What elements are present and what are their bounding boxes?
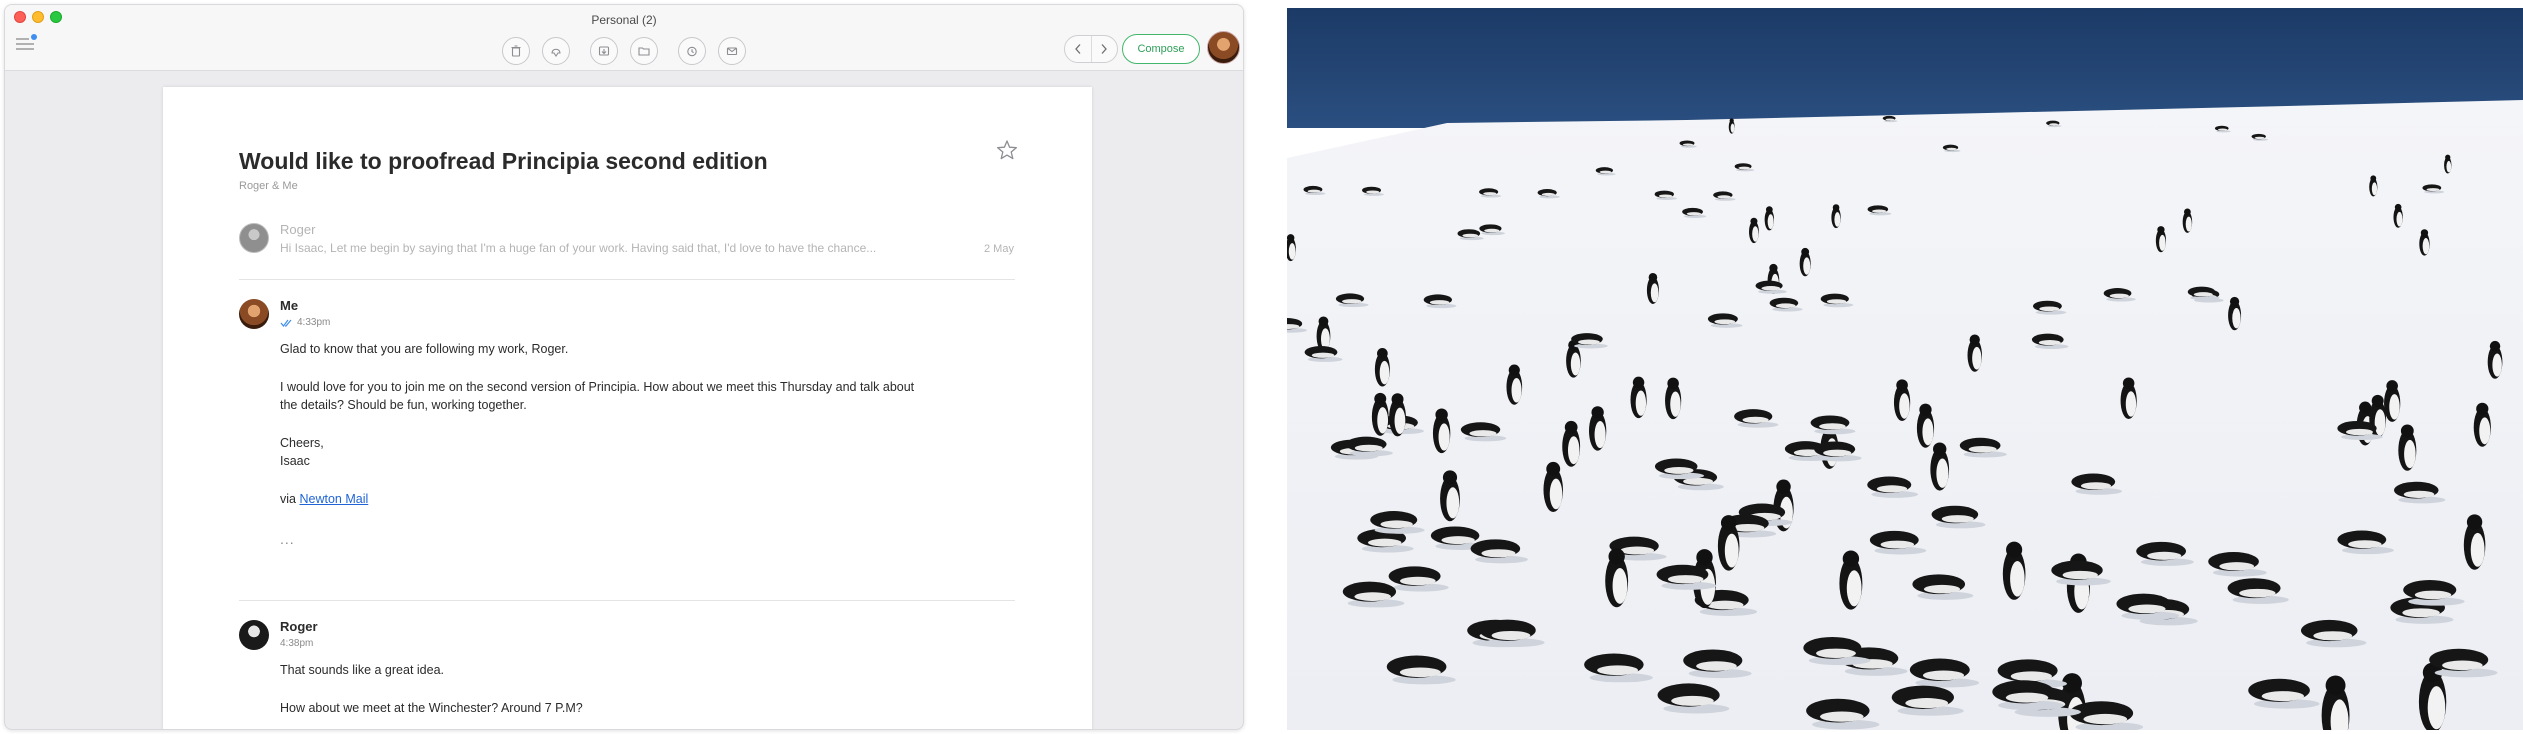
penguin [1506,364,1523,405]
message-line: Cheers, [280,436,324,450]
message-sender: Me [280,298,299,313]
star-icon[interactable] [996,139,1018,161]
penguin [2419,229,2430,256]
penguin [1799,247,1811,277]
message-line: That sounds like a great idea. [280,663,444,677]
show-quoted-text-button[interactable]: ... [280,531,295,547]
snooze-button[interactable] [678,37,706,65]
penguin [1728,118,1735,134]
thread-participants: Roger & Me [239,180,298,192]
divider [239,600,1015,601]
divider [239,279,1015,280]
message-line: I would love for you to join me on the s… [280,380,915,394]
penguin [1374,348,1390,387]
mail-app-window: Personal (2) Compose Would like to proof… [4,4,1244,730]
signature-via: via [280,492,296,506]
collapsed-date: 2 May [984,243,1014,255]
penguin [1764,206,1775,231]
penguin [1389,393,1406,437]
chevron-left-icon [1074,44,1081,54]
trash-icon [511,45,521,57]
folder-icon [638,47,650,56]
move-to-folder-button[interactable] [630,37,658,65]
archive-button[interactable] [590,37,618,65]
menu-button[interactable] [14,33,38,55]
penguin-photo-image [1287,8,2523,730]
previous-thread-button[interactable] [1065,36,1091,62]
penguin [1893,379,1911,422]
message-line: Glad to know that you are following my w… [280,342,569,356]
chevron-right-icon [1101,44,1108,54]
mark-unread-icon [726,47,738,56]
penguin [2444,154,2452,174]
penguin [1665,377,1682,420]
penguin [2002,541,2026,600]
penguin [1839,550,1863,610]
penguin-colony-photo [1287,8,2523,730]
message-time: 4:33pm [297,317,331,328]
penguin [1588,406,1607,451]
penguin [1749,217,1759,244]
thread-navigation [1064,35,1118,63]
message-sender: Roger [280,619,318,634]
penguin [1646,273,1659,304]
penguin [1432,408,1451,454]
message-line: the details? Should be fun, working toge… [280,398,527,412]
message-time: 4:38pm [280,638,314,649]
spam-button[interactable] [542,37,570,65]
signature: via Newton Mail [280,490,368,508]
message-line: How about we meet at the Winchester? Aro… [280,701,583,715]
penguin [1543,461,1563,513]
penguin [2473,402,2491,447]
collapsed-preview: Hi Isaac, Let me begin by saying that I'… [280,241,877,255]
message-line: Isaac [280,454,310,468]
penguin [1831,204,1841,229]
next-thread-button[interactable] [1090,36,1118,62]
mark-unread-button[interactable] [718,37,746,65]
penguin [1930,442,1950,491]
titlebar: Personal (2) Compose [5,5,1243,71]
newton-mail-link[interactable]: Newton Mail [299,492,368,506]
penguin [1967,334,1982,372]
snooze-icon [687,46,697,57]
penguin [1630,376,1647,419]
spam-icon [551,48,561,57]
penguin [2487,340,2503,379]
penguin [2321,675,2350,730]
sender-avatar [239,223,269,253]
collapsed-sender: Roger [280,222,316,237]
penguin [2369,175,2378,197]
window-title: Personal (2) [591,13,657,27]
sender-avatar [239,620,269,650]
archive-icon [598,46,610,56]
toolbar [502,37,746,65]
penguin [2398,424,2417,471]
penguin [2120,377,2137,419]
penguin [2228,296,2242,331]
compose-button[interactable]: Compose [1122,34,1200,64]
penguin [1440,470,1460,522]
penguin [2393,203,2403,228]
penguin [1916,403,1935,448]
penguin [2384,380,2401,422]
account-avatar[interactable] [1207,31,1240,64]
delete-button[interactable] [502,37,530,65]
sender-avatar [239,299,269,329]
penguin [1371,392,1389,436]
penguin [1562,420,1581,467]
thread-subject: Would like to proofread Principia second… [239,148,768,174]
penguin [2155,226,2167,253]
penguin [2463,514,2486,570]
penguin [2182,208,2193,233]
penguin [1605,548,1629,608]
penguin [1717,515,1740,571]
read-receipt-icon [280,319,292,327]
thread-card: Would like to proofread Principia second… [163,87,1092,729]
hamburger-icon [16,34,37,50]
